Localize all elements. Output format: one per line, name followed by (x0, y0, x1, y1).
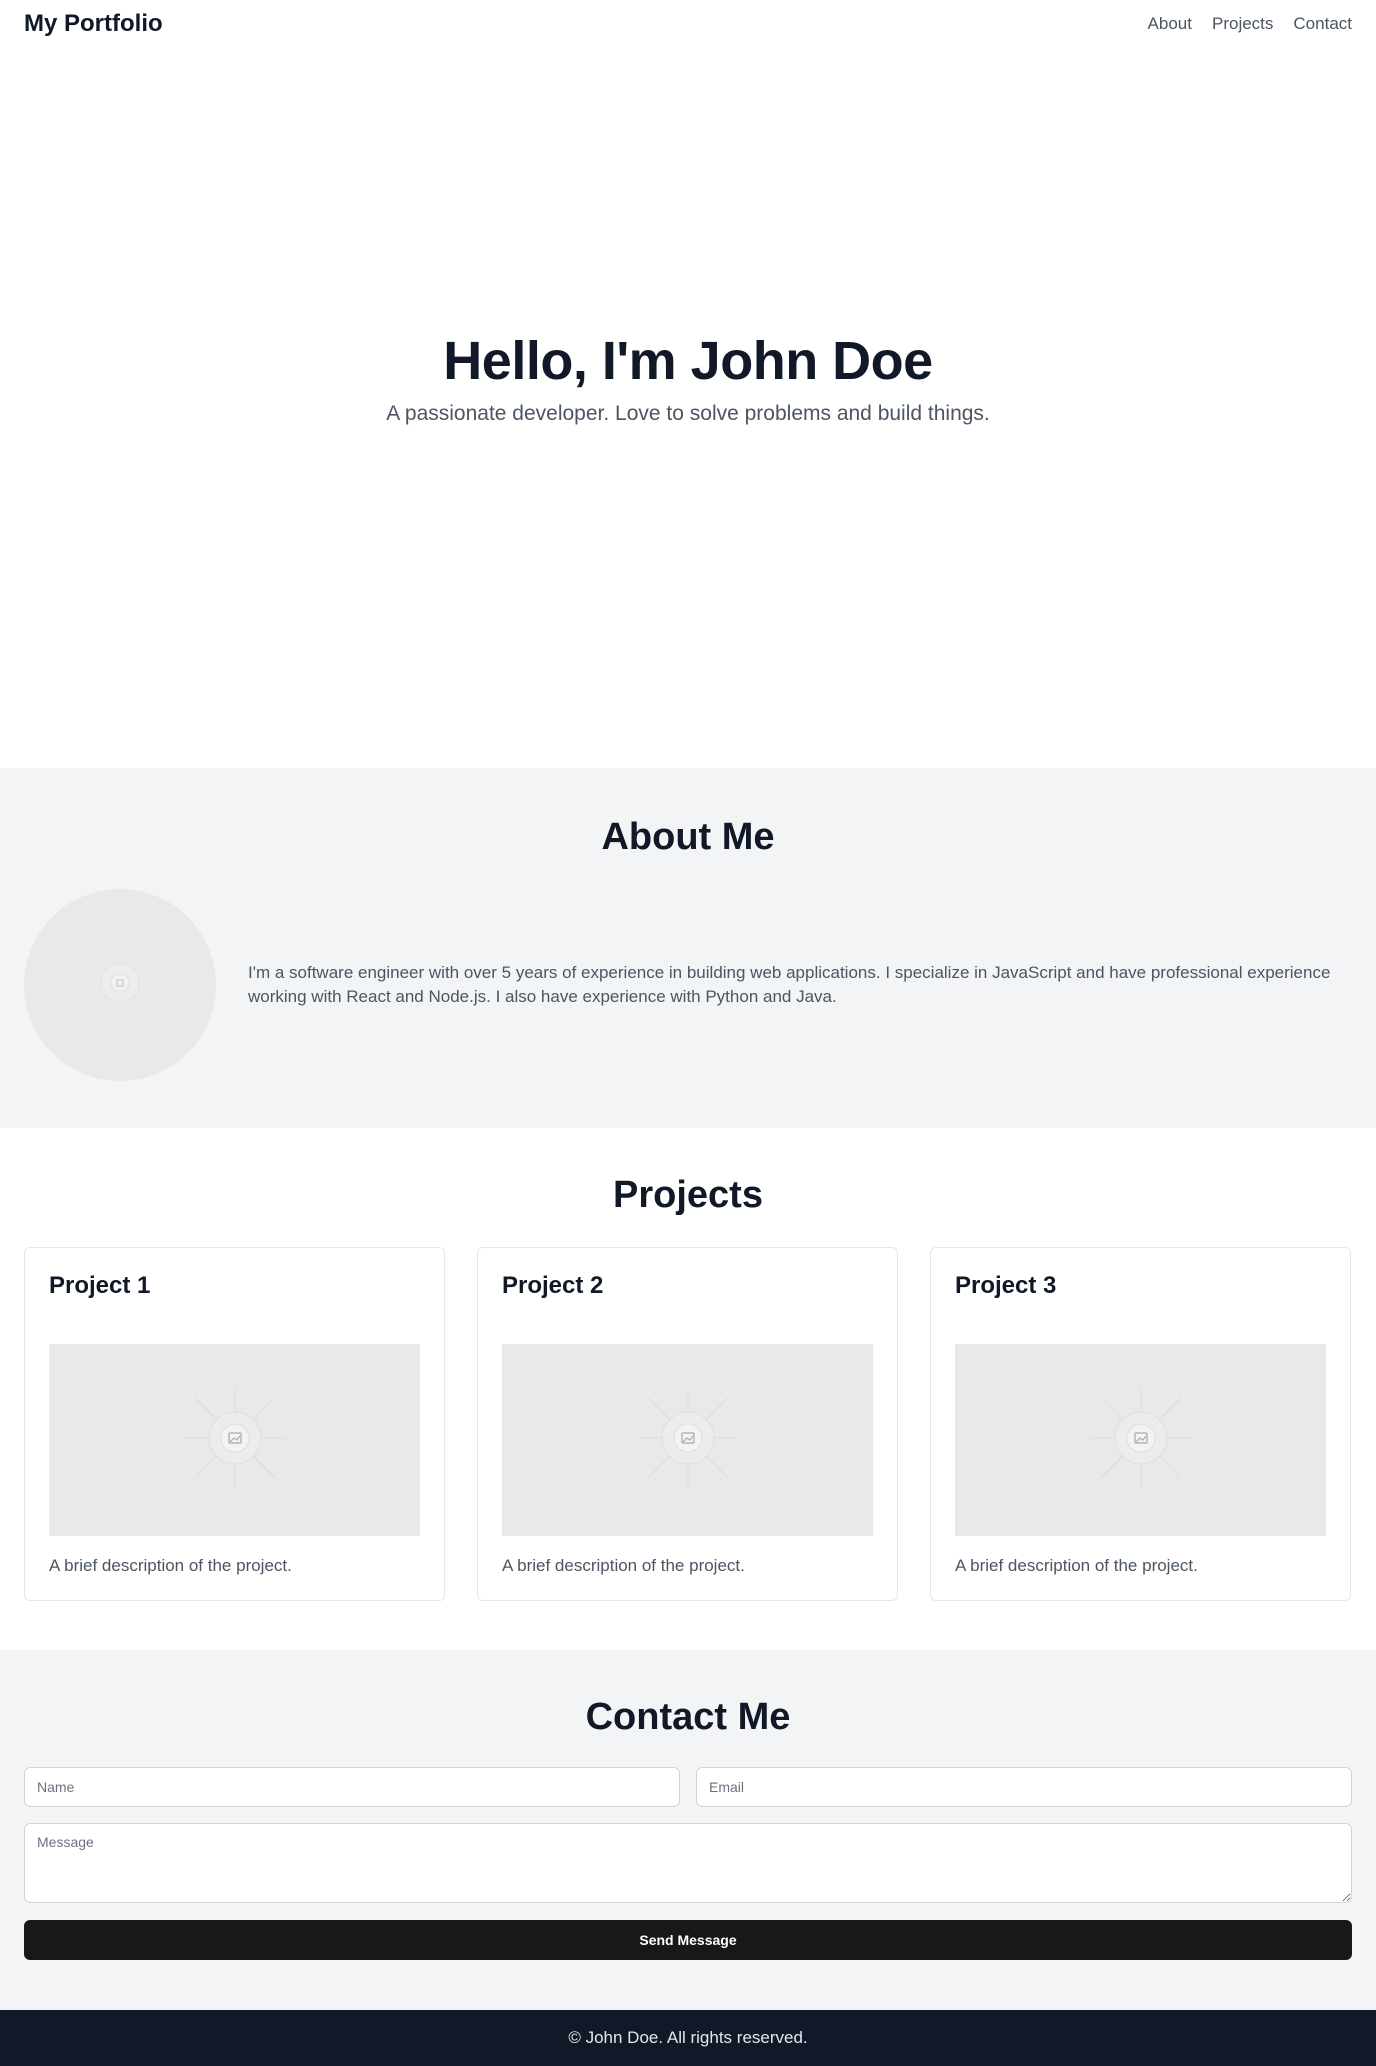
hero-subtitle: A passionate developer. Love to solve pr… (386, 402, 990, 425)
message-textarea[interactable] (24, 1823, 1352, 1903)
project-description: A brief description of the project. (49, 1556, 292, 1575)
project-card[interactable]: Project 1 A brief description of the pro… (24, 1247, 445, 1601)
send-message-button[interactable]: Send Message (24, 1920, 1352, 1960)
site-footer: © John Doe. All rights reserved. (0, 2010, 1376, 2066)
project-description: A brief description of the project. (955, 1556, 1198, 1575)
project-image (502, 1344, 873, 1536)
nav-link-contact[interactable]: Contact (1293, 14, 1352, 34)
about-content: I'm a software engineer with over 5 year… (24, 889, 1352, 1081)
projects-section: Projects Project 1 A brief description o… (0, 1128, 1376, 1650)
image-placeholder-icon (184, 1387, 285, 1493)
about-text: I'm a software engineer with over 5 year… (248, 963, 1331, 1006)
project-title: Project 2 (502, 1272, 604, 1299)
contact-form: Send Message (24, 1767, 1352, 1960)
main-nav: About Projects Contact (1148, 14, 1352, 34)
project-image (955, 1344, 1326, 1536)
about-heading: About Me (601, 816, 775, 858)
nav-link-projects[interactable]: Projects (1212, 14, 1273, 34)
hero-title: Hello, I'm John Doe (443, 331, 933, 391)
footer-copyright: © John Doe. All rights reserved. (568, 2028, 808, 2047)
project-title: Project 1 (49, 1272, 151, 1299)
name-input[interactable] (24, 1767, 680, 1807)
project-description: A brief description of the project. (502, 1556, 745, 1575)
image-placeholder-icon (637, 1387, 738, 1493)
nav-link-about[interactable]: About (1148, 14, 1192, 34)
project-title: Project 3 (955, 1272, 1057, 1299)
image-placeholder-icon (100, 963, 140, 1008)
site-header: My Portfolio About Projects Contact (0, 0, 1376, 48)
project-card[interactable]: Project 3 A brief description of the pro… (930, 1247, 1351, 1601)
hero-section: Hello, I'm John Doe A passionate develop… (0, 48, 1376, 768)
projects-heading: Projects (613, 1174, 763, 1216)
about-section: About Me I'm a software engineer with ov… (0, 768, 1376, 1128)
project-list: Project 1 A brief description of the pro… (24, 1247, 1352, 1601)
project-card[interactable]: Project 2 A brief description of the pro… (477, 1247, 898, 1601)
contact-form-row (24, 1767, 1352, 1807)
avatar (24, 889, 216, 1081)
contact-heading: Contact Me (585, 1696, 791, 1738)
contact-section: Contact Me Send Message (0, 1650, 1376, 2010)
project-image (49, 1344, 420, 1536)
brand-logo[interactable]: My Portfolio (24, 10, 163, 38)
image-placeholder-icon (1090, 1387, 1191, 1493)
email-input[interactable] (696, 1767, 1352, 1807)
